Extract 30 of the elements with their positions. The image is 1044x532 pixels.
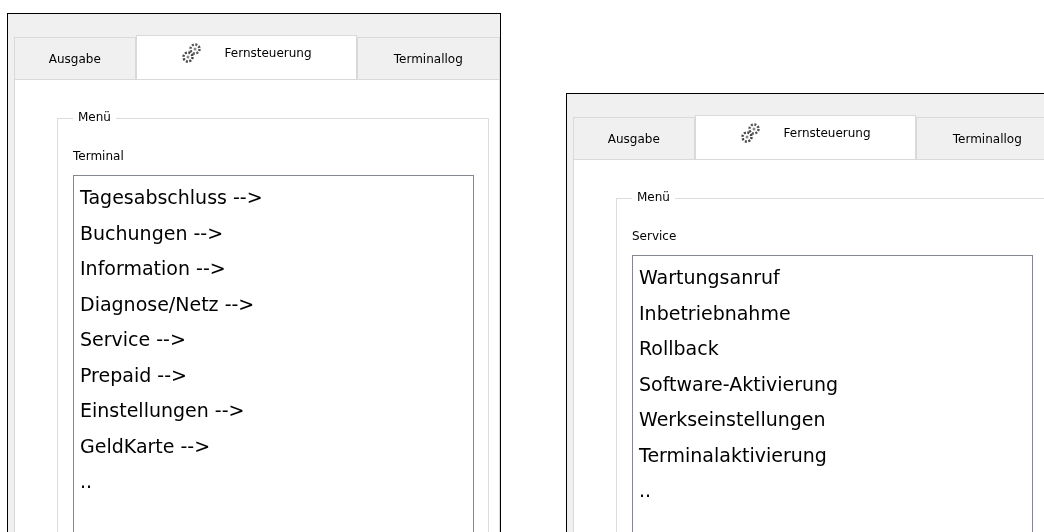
menu-list[interactable]: Tagesabschluss --> Buchungen --> Information --> Diagnose/Netz --> Service --> Prepaid --> Einstellungen --> GeldKarte --> ..	[73, 175, 474, 532]
list-item[interactable]: Diagnose/Netz -->	[80, 286, 467, 322]
gears-icon	[739, 122, 762, 144]
tab[interactable]: Ausgabe	[573, 117, 695, 159]
list-item[interactable]: ..	[80, 464, 467, 500]
list-item[interactable]: Inbetriebnahme	[639, 295, 1026, 331]
group-title: Menü	[632, 190, 675, 204]
list-item[interactable]: Wartungsanruf	[639, 260, 1026, 296]
menu-list[interactable]: Wartungsanruf Inbetriebnahme Rollback Software-Aktivierung Werkseinstellungen Terminalaktivierung ..	[632, 255, 1033, 532]
list-item[interactable]: Einstellungen -->	[80, 393, 467, 429]
tab[interactable]: Terminallog	[356, 37, 500, 79]
list-item[interactable]: Prepaid -->	[80, 357, 467, 393]
list-item[interactable]: Information -->	[80, 251, 467, 287]
list-item[interactable]: ..	[639, 473, 1026, 509]
tab[interactable]: Fernsteuerung	[694, 115, 916, 160]
list-item[interactable]: GeldKarte -->	[80, 428, 467, 464]
list-item[interactable]: Rollback	[639, 331, 1026, 367]
tab[interactable]: Ausgabe	[14, 37, 136, 79]
list-label: Service	[632, 229, 678, 243]
list-label: Terminal	[73, 149, 125, 163]
list-item[interactable]: Service -->	[80, 322, 467, 358]
tab[interactable]: Terminallog	[915, 117, 1044, 159]
gears-icon	[180, 42, 203, 64]
list-item[interactable]: Werkseinstellungen	[639, 402, 1026, 438]
list-item[interactable]: Terminalaktivierung	[639, 437, 1026, 473]
group-title: Menü	[73, 110, 116, 124]
tab[interactable]: Fernsteuerung	[135, 35, 357, 80]
list-item[interactable]: Tagesabschluss -->	[80, 180, 467, 216]
list-item[interactable]: Buchungen -->	[80, 215, 467, 251]
list-item[interactable]: Software-Aktivierung	[639, 366, 1026, 402]
